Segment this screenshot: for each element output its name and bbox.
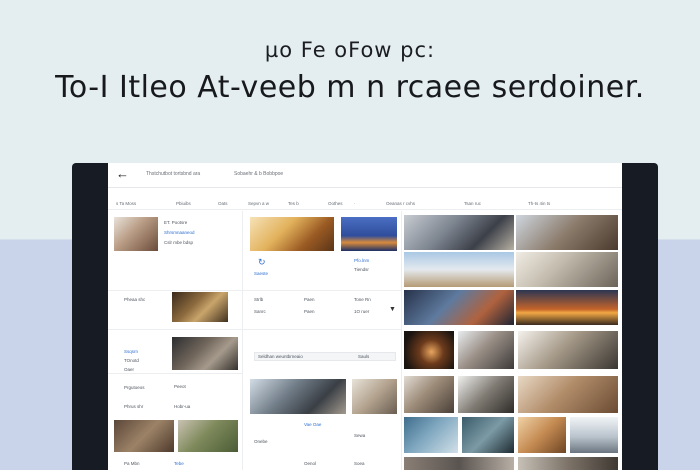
row-label: Paen (304, 309, 315, 314)
card-label[interactable]: Pfo.lnm (354, 258, 369, 263)
gallery-image[interactable] (404, 290, 514, 325)
row-label: Soea (354, 461, 365, 466)
toolbar-item[interactable]: Oothes (328, 201, 343, 206)
gallery-image[interactable] (404, 376, 454, 413)
row-label: Onebe (254, 439, 268, 444)
gallery-image[interactable] (516, 290, 618, 325)
top-bar: ← Thstchutbot tortsbnd ara Sobaehr & b B… (108, 163, 622, 188)
row-label: Hobr-ua (174, 404, 191, 409)
card-subtitle[interactable]: Shrsmnaaneod (164, 230, 195, 235)
gallery-image[interactable] (518, 376, 618, 413)
card-thumbnail[interactable] (178, 420, 238, 452)
gallery-image[interactable] (458, 376, 514, 413)
app-screen: ← Thstchutbot tortsbnd ara Sobaehr & b B… (108, 163, 622, 470)
toolbar-item[interactable]: s Ta Moss (116, 201, 136, 206)
toolbar-item[interactable]: Tes b (288, 201, 299, 206)
toolbar-item[interactable]: Oats (218, 201, 228, 206)
card-meta: Cslr mbe bdsp (164, 240, 194, 245)
card-thumbnail[interactable] (172, 337, 238, 370)
gallery-image[interactable] (516, 252, 618, 287)
row-label: Oaer (124, 367, 135, 372)
row-label: Strlb (254, 297, 264, 302)
refresh-icon[interactable]: ↻ (258, 257, 266, 268)
gallery-image[interactable] (516, 215, 618, 250)
hero-headline: To-I Itleo At-veeb m n rcaee serdoiner. (55, 70, 645, 105)
card-label: Tiendsr (354, 267, 369, 272)
gallery-image[interactable] (518, 417, 566, 453)
row-label: TOnotd (124, 358, 139, 363)
card-thumbnail[interactable] (250, 379, 346, 414)
arrow-left-icon[interactable]: ← (116, 166, 129, 181)
card-thumbnail[interactable] (114, 217, 158, 251)
gallery-image[interactable] (404, 215, 514, 250)
gallery-image[interactable] (518, 457, 618, 470)
toolbar-item[interactable]: Oeanas r cvhs (386, 201, 415, 206)
gallery-image[interactable] (458, 331, 514, 369)
card-thumbnail[interactable] (352, 379, 397, 414)
column-divider (401, 211, 402, 470)
hero-tagline: µo Fe oFow pc: (264, 38, 436, 62)
row-divider (108, 290, 401, 291)
row-label[interactable]: Vae Oae (304, 422, 321, 427)
row-label: Prgutoeos (124, 385, 145, 390)
gallery-image[interactable] (570, 417, 618, 453)
row-label: Sanrc (254, 309, 266, 314)
row-divider (108, 373, 242, 374)
row-divider (108, 329, 401, 330)
gallery-image[interactable] (404, 331, 454, 369)
card-thumbnail[interactable] (114, 420, 174, 452)
toolbar-item[interactable]: Pbiuibs (176, 201, 191, 206)
column-divider (242, 211, 243, 470)
row-label: Tone Rn (354, 297, 371, 302)
breadcrumb-secondary[interactable]: Sobaehr & b Bobbpoe (234, 171, 283, 177)
gallery-image[interactable] (404, 457, 514, 470)
card-thumbnail[interactable] (250, 217, 334, 251)
row-label[interactable]: Tebe (174, 461, 184, 466)
toolbar-item[interactable]: · (354, 201, 356, 206)
row-label: Sewa (354, 433, 366, 438)
device-frame: ← Thstchutbot tortsbnd ara Sobaehr & b B… (72, 163, 658, 470)
toolbar-item[interactable]: Sepvn a w (248, 201, 269, 206)
timeline-label: Seldhan weuntbrneaio (258, 354, 303, 359)
row-label: Pheaa shc (124, 297, 146, 302)
caret-down-icon[interactable]: ▼ (389, 306, 396, 313)
row-label: Pa Mbn (124, 461, 140, 466)
toolbar-item[interactable]: Th-ts 4in ts (528, 201, 550, 206)
gallery-image[interactable] (404, 417, 458, 453)
toolbar-item[interactable]: Tsan ruc (464, 201, 481, 206)
card-label[interactable]: Saeste (254, 271, 268, 276)
card-thumbnail[interactable] (341, 217, 397, 251)
gallery-image[interactable] (462, 417, 514, 453)
row-label: 1O ruer (354, 309, 370, 314)
card-title: ET. Pootsre (164, 220, 188, 225)
timeline-label: Sauls (358, 354, 370, 359)
card-thumbnail[interactable] (172, 292, 228, 322)
row-label: Peeot (174, 384, 186, 389)
gallery-image[interactable] (518, 331, 618, 369)
breadcrumb-primary[interactable]: Thstchutbot tortsbnd ara (146, 171, 200, 177)
row-label: Oenol (304, 461, 317, 466)
gallery-image[interactable] (404, 252, 514, 287)
row-label: Phrus shr (124, 404, 144, 409)
row-label[interactable]: Ssqsrn (124, 349, 138, 354)
row-label: Paen (304, 297, 315, 302)
filter-toolbar: s Ta Moss Pbiuibs Oats Sepvn a w Tes b O… (108, 197, 622, 210)
